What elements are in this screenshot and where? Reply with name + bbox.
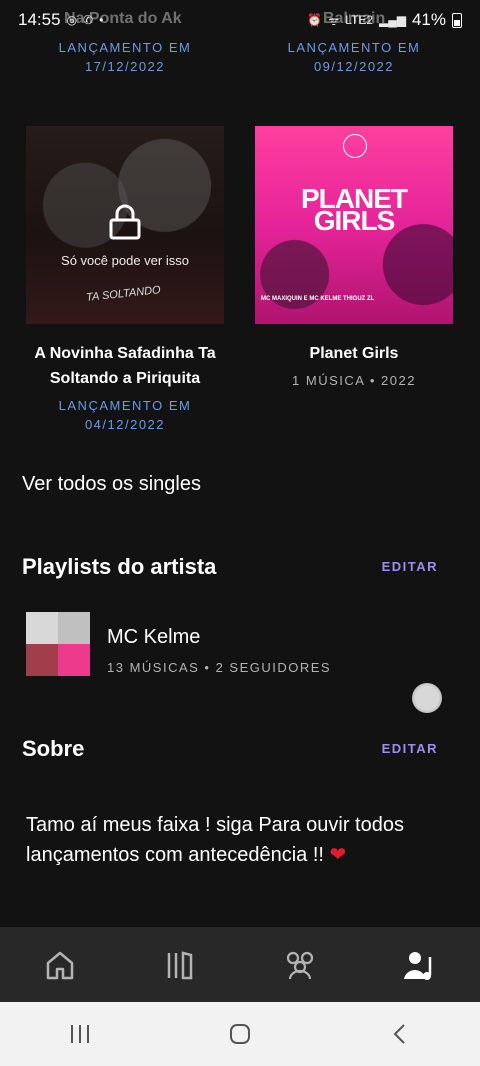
- playlists-edit-button[interactable]: EDITAR: [382, 559, 438, 574]
- album-title-line: Soltando a Piriquita: [49, 370, 201, 387]
- alarm-icon: ⏰: [307, 13, 323, 27]
- album-meta-planet-girls: 1 MÚSICA • 2022: [292, 373, 416, 388]
- status-right: ⏰ ᯤ LTE2 ▂▄▆ 41%: [307, 10, 462, 30]
- wifi-icon: ᯤ: [328, 13, 340, 28]
- about-body: Tamo aí meus faixa ! siga Para ouvir tod…: [26, 814, 404, 866]
- about-text: Tamo aí meus faixa ! siga Para ouvir tod…: [26, 810, 446, 870]
- release-label: LANÇAMENTO EM: [287, 40, 421, 55]
- cover-credit: MC MAXIQUIN E MC KELME THIGUZ ZL: [261, 296, 375, 302]
- nav-home[interactable]: [30, 935, 90, 995]
- release-label: LANÇAMENTO EM: [58, 398, 192, 413]
- back-button[interactable]: [370, 1014, 430, 1054]
- battery-percent: 41%: [411, 10, 446, 29]
- instagram-icon: ◎: [66, 13, 78, 27]
- album-cover-planet-girls[interactable]: PLANET GIRLS MC MAXIQUIN E MC KELME THIG…: [255, 126, 453, 324]
- home-button[interactable]: [210, 1014, 270, 1054]
- home-circle-icon: [230, 1024, 250, 1044]
- about-section-title: Sobre: [22, 736, 85, 761]
- audience-icon: [286, 951, 314, 979]
- recent-apps-button[interactable]: [50, 1014, 110, 1054]
- playlist-item-mc-kelme[interactable]: MC Kelme 13 MÚSICAS • 2 SEGUIDORES: [26, 612, 446, 678]
- nav-library[interactable]: [150, 935, 210, 995]
- playlist-meta: 13 MÚSICAS • 2 SEGUIDORES: [107, 660, 332, 675]
- battery-icon: [452, 12, 462, 28]
- label-logo: [343, 134, 367, 158]
- network-label: LTE2: [345, 13, 373, 27]
- status-bar: 14:55 ◎ ✆ • ⏰ ᯤ LTE2 ▂▄▆ 41%: [0, 0, 480, 40]
- release-label: LANÇAMENTO EM: [58, 40, 192, 55]
- album-cover-novinha[interactable]: Só você pode ver isso TA SOLTANDO: [26, 126, 224, 324]
- signal-icon: ▂▄▆: [379, 13, 406, 27]
- lock-icon: [109, 204, 141, 240]
- whatsapp-icon: ✆: [83, 13, 94, 27]
- nav-audience[interactable]: [270, 935, 330, 995]
- cover-art-title-line: GIRLS: [313, 205, 396, 236]
- status-left: 14:55 ◎ ✆ •: [18, 10, 103, 30]
- cover-art-title: PLANET GIRLS: [255, 185, 453, 236]
- heart-icon: ❤: [329, 844, 347, 866]
- about-edit-button[interactable]: EDITAR: [382, 741, 438, 756]
- release-info-top-right: LANÇAMENTO EM 09/12/2022: [255, 38, 453, 76]
- floating-touch-dot[interactable]: [412, 683, 442, 713]
- profile-music-icon: [404, 951, 432, 980]
- album-title-line: A Novinha Safadinha Ta: [34, 345, 216, 362]
- bottom-navigation: [0, 927, 480, 1002]
- playlists-section-title: Playlists do artista: [22, 554, 217, 579]
- system-navigation: [0, 1002, 480, 1066]
- see-all-singles-link[interactable]: Ver todos os singles: [22, 473, 201, 496]
- home-icon: [46, 951, 74, 979]
- release-date: 04/12/2022: [84, 417, 166, 432]
- status-time: 14:55: [18, 10, 61, 29]
- recent-apps-icon: [71, 1025, 89, 1043]
- release-info-top-left: LANÇAMENTO EM 17/12/2022: [26, 38, 224, 76]
- album-title-planet-girls[interactable]: Planet Girls: [255, 341, 453, 366]
- release-date: 09/12/2022: [313, 59, 395, 74]
- release-date: 17/12/2022: [84, 59, 166, 74]
- playlist-cover: [26, 612, 90, 676]
- library-icon: [167, 950, 193, 979]
- back-icon: [393, 1024, 405, 1044]
- nav-profile[interactable]: [390, 935, 450, 995]
- album-title-novinha[interactable]: A Novinha Safadinha Ta Soltando a Piriqu…: [26, 341, 224, 391]
- playlist-name: MC Kelme: [107, 626, 201, 648]
- locked-caption: Só você pode ver isso: [61, 253, 189, 268]
- release-info-novinha: LANÇAMENTO EM 04/12/2022: [26, 396, 224, 434]
- dot-icon: •: [99, 13, 104, 27]
